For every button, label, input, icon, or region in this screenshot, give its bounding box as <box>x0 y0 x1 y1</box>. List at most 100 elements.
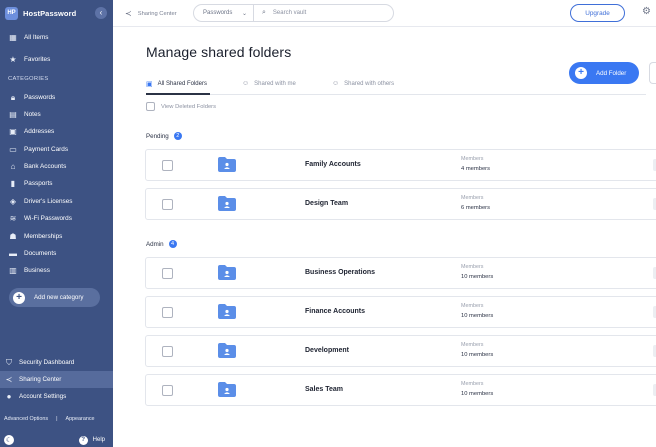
credit-card-icon: ▭ <box>9 145 17 154</box>
folder-row[interactable]: Design Team Members 6 members <box>145 188 656 220</box>
row-checkbox[interactable] <box>162 307 173 318</box>
gear-icon[interactable]: ⚙ <box>642 7 651 17</box>
tab-all-shared-folders[interactable]: ▣ All Shared Folders <box>146 80 207 88</box>
users-icon: ☺ <box>332 80 340 87</box>
building-icon: ▥ <box>9 266 17 275</box>
section-label: Pending <box>146 132 169 140</box>
tab-shared-with-others[interactable]: ☺ Shared with others <box>332 80 394 87</box>
sidebar-item-label: Sharing Center <box>19 376 62 383</box>
members-count: 4 members <box>461 166 490 172</box>
members-label: Members <box>461 264 484 270</box>
page-title: Manage shared folders <box>146 44 292 60</box>
shared-folder-icon <box>218 343 236 358</box>
breadcrumb: ≺ Sharing Center <box>125 9 177 18</box>
members-count: 10 members <box>461 352 494 358</box>
shared-folder-icon <box>218 196 236 211</box>
passport-icon: ▮ <box>10 179 16 188</box>
members-label: Members <box>461 342 484 348</box>
section-pending: Pending 2 <box>146 132 182 140</box>
id-card-icon: ◈ <box>9 197 17 206</box>
address-card-icon: ▣ <box>9 127 17 136</box>
view-deleted-toggle[interactable]: View Deleted Folders <box>146 102 216 111</box>
sidebar-item-bank-accounts[interactable]: ⌂ Bank Accounts <box>0 158 113 175</box>
wifi-icon: ≋ <box>9 214 17 223</box>
folder-name: Design Team <box>305 200 349 207</box>
members-label: Members <box>461 156 484 162</box>
row-checkbox[interactable] <box>162 160 173 171</box>
folder-row[interactable]: Family Accounts Members 4 members <box>145 149 656 181</box>
row-checkbox[interactable] <box>162 199 173 210</box>
folder-row[interactable]: Finance Accounts Members 10 members <box>145 296 656 328</box>
sidebar-bottom-bar: ☾ ? Help <box>0 433 113 447</box>
sidebar-item-passports[interactable]: ▮ Passports <box>0 175 113 192</box>
sidebar-item-security-dashboard[interactable]: ⛉ Security Dashboard <box>0 354 113 371</box>
sidebar-item-sharing-center[interactable]: ≺ Sharing Center <box>0 371 113 388</box>
chevron-left-icon: ‹ <box>99 8 103 17</box>
sidebar-item-notes[interactable]: ▤ Notes <box>0 106 113 123</box>
grid-icon: ▦ <box>9 33 17 42</box>
row-checkbox[interactable] <box>162 385 173 396</box>
question-icon: ? <box>78 435 88 445</box>
upgrade-button[interactable]: Upgrade <box>570 4 625 22</box>
search-scope-select[interactable]: Passwords ⌄ <box>194 5 254 21</box>
folder-name: Sales Team <box>305 386 344 393</box>
user-icon: ☺ <box>242 80 250 87</box>
sidebar-item-addresses[interactable]: ▣ Addresses <box>0 123 113 140</box>
members-count: 6 members <box>461 205 490 211</box>
folder-row[interactable]: Development Members 10 members <box>145 335 656 367</box>
folder-tabs: ▣ All Shared Folders ☺ Shared with me ☺ … <box>146 76 646 95</box>
sidebar: HP HostPassword ‹ ▦ All Items ★ Favorite… <box>0 0 113 447</box>
members-label: Members <box>461 195 484 201</box>
app-logo: HP <box>5 6 18 20</box>
tab-label: Shared with others <box>344 80 395 87</box>
sidebar-item-all-items[interactable]: ▦ All Items <box>0 29 113 46</box>
moon-icon[interactable]: ☾ <box>4 435 14 445</box>
section-admin: Admin 4 <box>146 240 177 248</box>
sidebar-item-label: Notes <box>24 111 41 118</box>
sidebar-footer-links: Advanced Options | Appearance <box>4 416 95 422</box>
members-count: 10 members <box>461 313 494 319</box>
help-button[interactable]: ? Help <box>78 435 105 445</box>
row-checkbox[interactable] <box>162 346 173 357</box>
app-name: HostPassword <box>23 8 77 18</box>
shared-folder-icon <box>218 304 236 319</box>
collapse-sidebar-button[interactable]: ‹ <box>95 7 107 19</box>
sidebar-item-payment-cards[interactable]: ▭ Payment Cards <box>0 141 113 158</box>
sidebar-item-business[interactable]: ▥ Business <box>0 262 113 279</box>
footer-divider: | <box>56 416 58 422</box>
sidebar-item-passwords[interactable]: 🔒︎ Passwords <box>0 89 113 106</box>
section-label: Admin <box>146 240 164 248</box>
sidebar-item-label: Passports <box>24 180 53 187</box>
members-count: 10 members <box>461 391 494 397</box>
sidebar-item-label: Documents <box>24 250 57 257</box>
sidebar-item-documents[interactable]: ▬ Documents <box>0 245 113 262</box>
folder-row[interactable]: Sales Team Members 10 members <box>145 374 656 406</box>
sidebar-item-favorites[interactable]: ★ Favorites <box>0 51 113 68</box>
search-input[interactable]: ⌕ Search vault <box>254 9 393 17</box>
star-icon: ★ <box>9 55 17 64</box>
lock-icon: 🔒︎ <box>10 92 16 102</box>
shared-folder-icon <box>218 265 236 280</box>
advanced-options-link[interactable]: Advanced Options <box>4 416 48 422</box>
sidebar-item-account-settings[interactable]: ● Account Settings <box>0 388 113 405</box>
sidebar-item-memberships[interactable]: ☗ Memberships <box>0 228 113 245</box>
folder-row[interactable]: Business Operations Members 10 members <box>145 257 656 289</box>
row-checkbox[interactable] <box>162 268 173 279</box>
plus-icon: + <box>13 291 25 304</box>
tab-label: Shared with me <box>254 80 296 87</box>
more-options-button[interactable] <box>649 62 656 84</box>
folder-name: Finance Accounts <box>305 308 366 315</box>
search-placeholder: Search vault <box>272 10 307 16</box>
search-icon: ⌕ <box>262 9 266 16</box>
sidebar-item-label: All Items <box>24 34 49 41</box>
sidebar-item-drivers-licenses[interactable]: ◈ Driver's Licenses <box>0 193 113 210</box>
add-category-button[interactable]: + Add new category <box>9 288 100 307</box>
bank-icon: ⌂ <box>10 162 16 171</box>
view-deleted-checkbox[interactable] <box>146 102 155 111</box>
tab-shared-with-me[interactable]: ☺ Shared with me <box>242 80 296 87</box>
appearance-link[interactable]: Appearance <box>65 416 94 422</box>
sidebar-item-label: Bank Accounts <box>24 163 67 170</box>
share-icon: ≺ <box>5 375 13 384</box>
sidebar-item-wifi-passwords[interactable]: ≋ Wi-Fi Passwords <box>0 210 113 227</box>
members-label: Members <box>461 381 484 387</box>
